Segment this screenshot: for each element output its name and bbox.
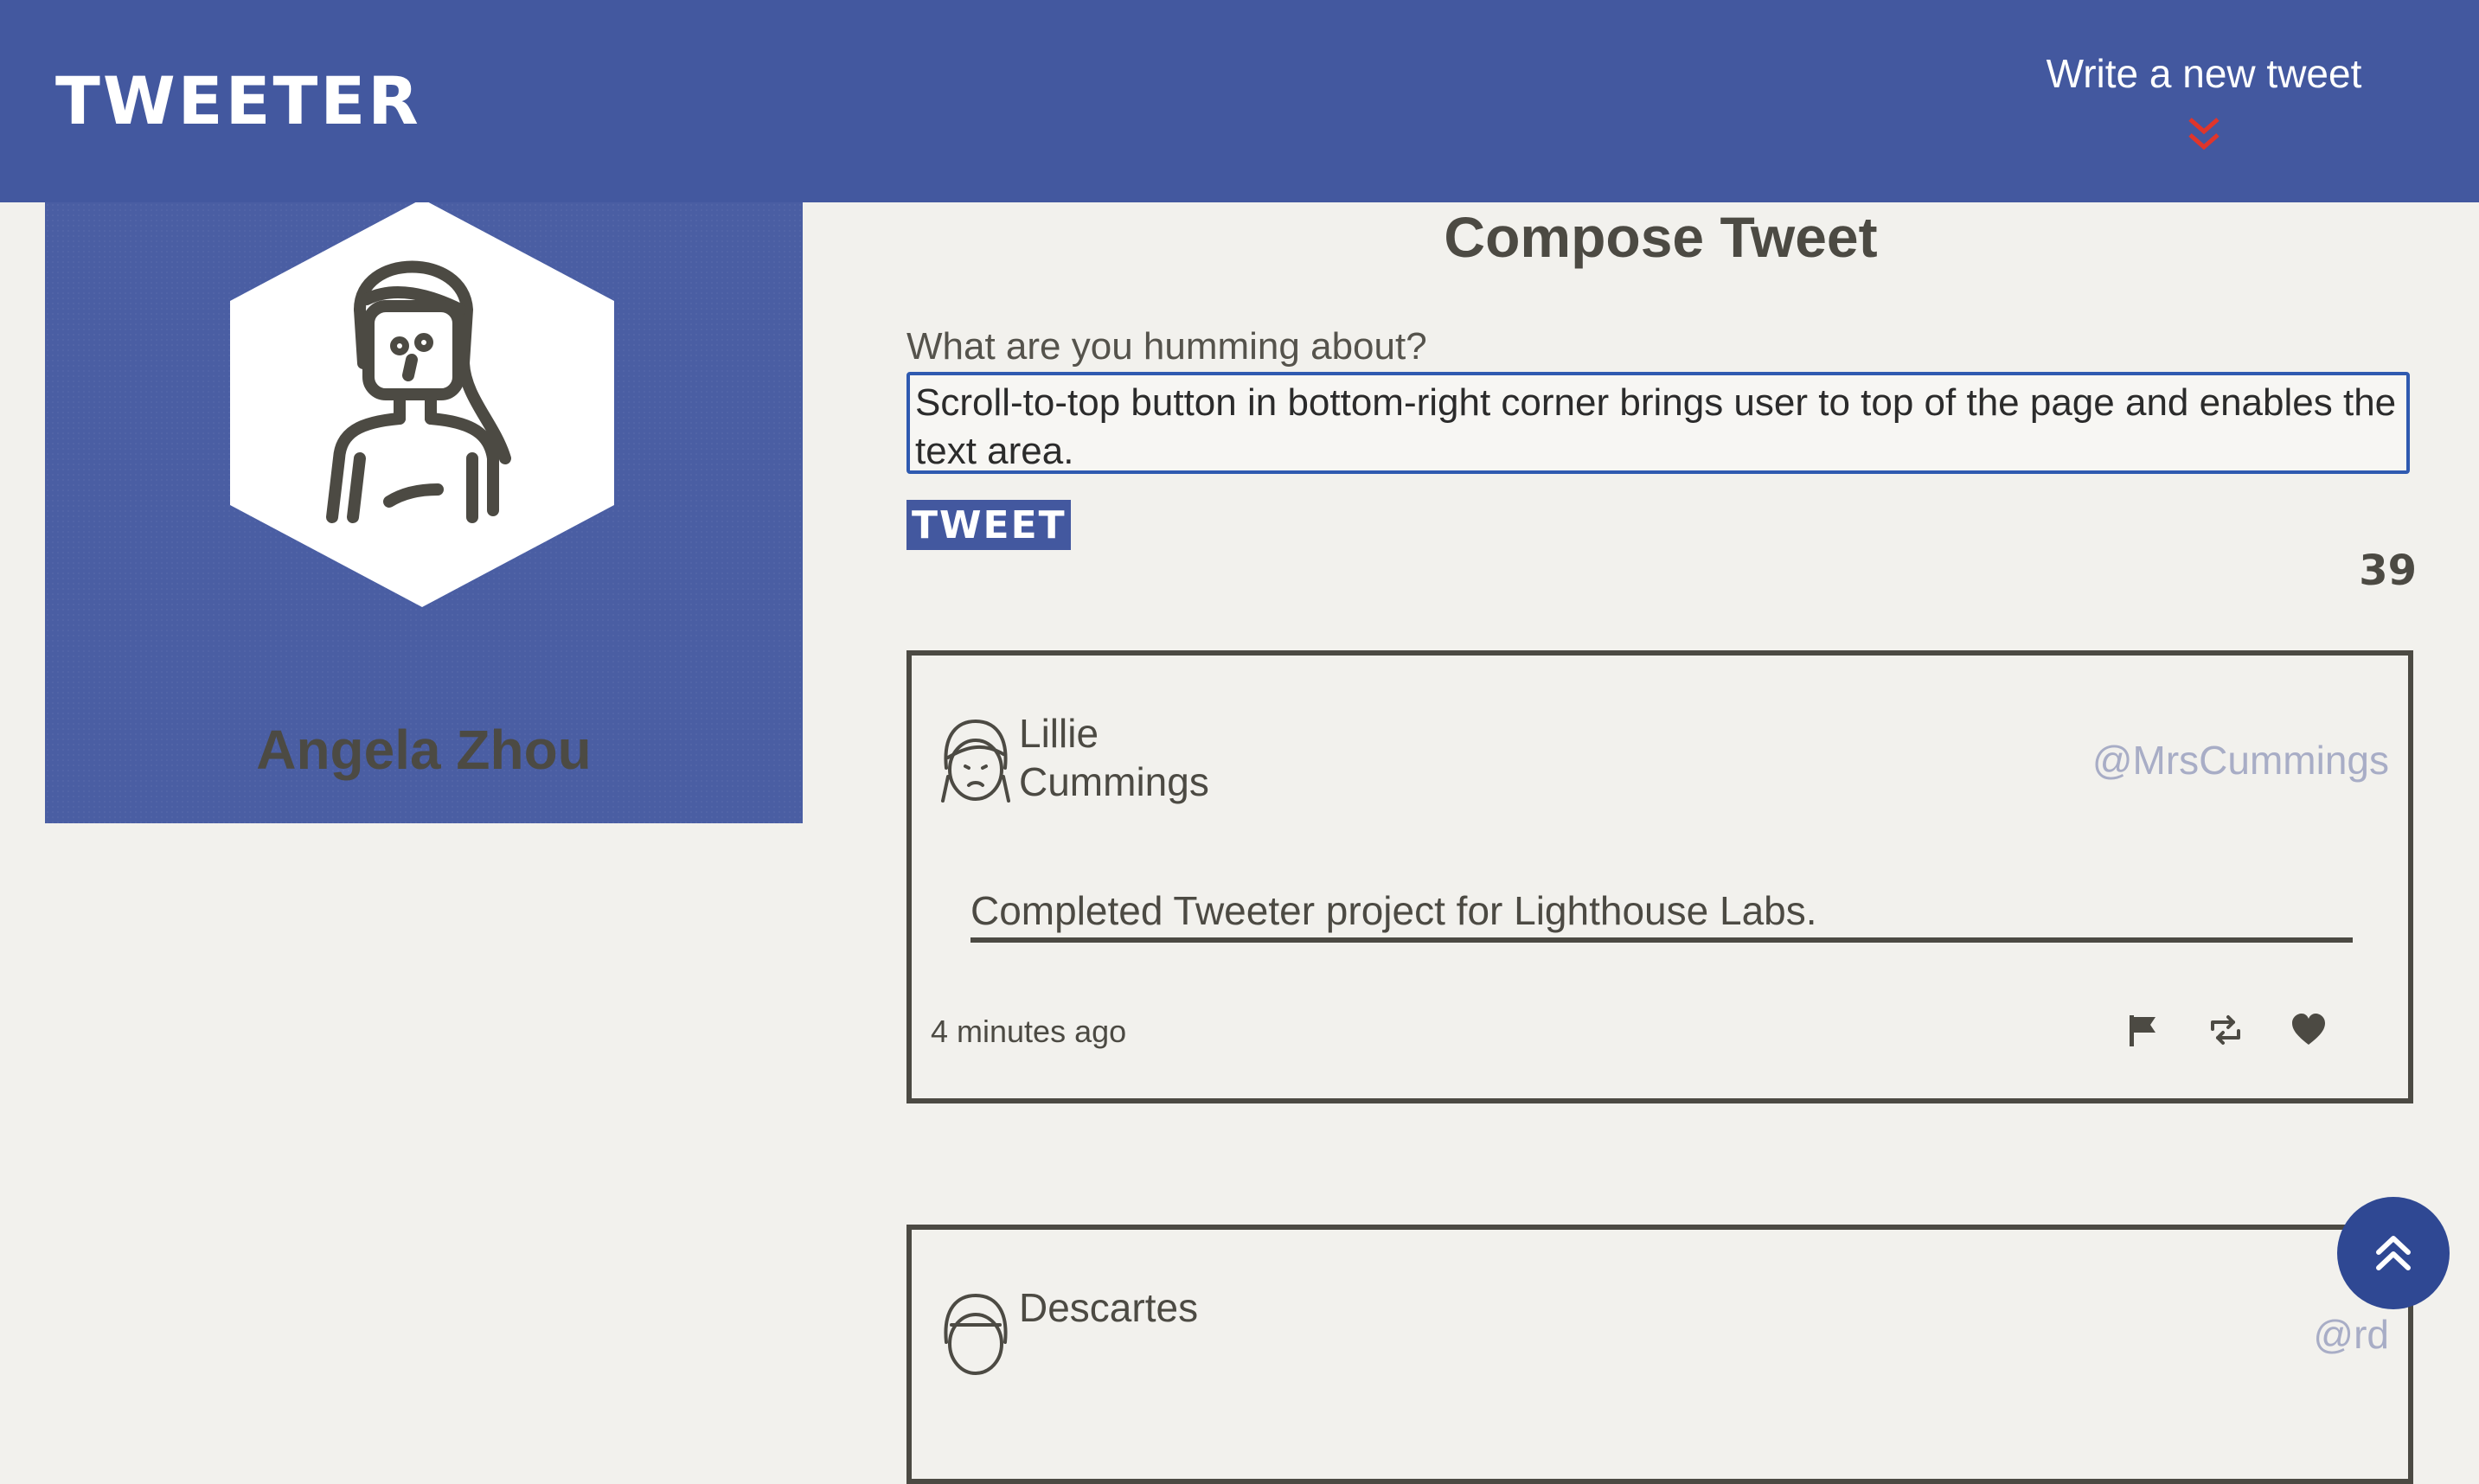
tweet-timestamp: 4 minutes ago (931, 1014, 1127, 1049)
tweet-card: Descartes @rd (906, 1225, 2413, 1484)
author-last-name: Cummings (1019, 759, 1209, 804)
flag-icon[interactable] (2124, 1012, 2161, 1048)
author-first-name: Descartes (1019, 1285, 1199, 1330)
author-handle: @rd (2313, 1312, 2389, 1357)
heart-icon[interactable] (2290, 1012, 2327, 1048)
tweet-content: Completed Tweeter project for Lighthouse… (970, 887, 2353, 943)
tweet-textarea[interactable]: Scroll-to-top button in bottom-right cor… (906, 372, 2410, 474)
character-counter: 39 (2359, 547, 2417, 595)
profile-card: Angela Zhou (45, 199, 803, 823)
author-avatar (944, 1293, 1008, 1375)
write-new-tweet-link[interactable]: Write a new tweet (2031, 50, 2377, 154)
double-chevron-up-icon (2376, 1236, 2411, 1270)
author-name: Descartes (1019, 1283, 1278, 1332)
tweet-prompt-label: What are you humming about? (906, 325, 1427, 368)
profile-avatar (230, 199, 614, 607)
author-first-name: Lillie (1019, 711, 1099, 756)
tweet-card: Lillie Cummings @MrsCummings Completed T… (906, 650, 2413, 1103)
author-handle: @MrsCummings (2091, 738, 2389, 783)
brand-logo[interactable]: TWEETER (55, 62, 421, 139)
top-nav: TWEETER Write a new tweet (0, 0, 2479, 202)
author-name: Lillie Cummings (1019, 709, 1278, 806)
compose-title: Compose Tweet (1444, 205, 1878, 269)
double-chevron-down-icon (2188, 118, 2220, 150)
author-avatar (941, 719, 1010, 803)
write-new-tweet-label: Write a new tweet (2046, 51, 2362, 96)
scroll-to-top-button[interactable] (2337, 1197, 2450, 1309)
tweet-submit-button[interactable]: TWEET (906, 500, 1071, 550)
tweet-actions (2124, 1012, 2327, 1048)
retweet-icon[interactable] (2207, 1012, 2244, 1048)
profile-name: Angela Zhou (256, 719, 592, 781)
